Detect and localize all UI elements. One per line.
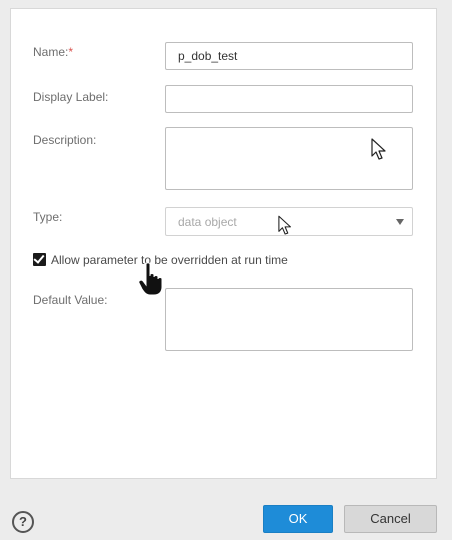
form-panel: Name:* p_dob_test Display Label: Descrip… (10, 8, 437, 479)
description-label: Description: (33, 133, 97, 147)
type-label: Type: (33, 210, 63, 224)
checkmark-icon (33, 252, 45, 264)
display-label-input[interactable] (165, 85, 413, 113)
default-value-textarea[interactable] (165, 288, 413, 351)
ok-button[interactable]: OK (263, 505, 333, 533)
name-input[interactable]: p_dob_test (165, 42, 413, 70)
default-value-label: Default Value: (33, 293, 108, 307)
required-marker: * (68, 45, 74, 59)
name-label: Name:* (33, 45, 74, 59)
arrow-cursor-icon (371, 138, 386, 160)
allow-override-checkbox[interactable] (33, 252, 46, 266)
cancel-button[interactable]: Cancel (344, 505, 437, 533)
parameter-dialog: Name:* p_dob_test Display Label: Descrip… (0, 0, 452, 540)
caret-down-icon (396, 219, 404, 225)
display-label-label: Display Label: (33, 90, 109, 104)
type-select-value: data object (178, 215, 237, 229)
hand-pointer-cursor-icon (138, 262, 163, 296)
help-icon[interactable]: ? (12, 511, 34, 533)
arrow-cursor-icon (278, 215, 291, 235)
allow-override-label[interactable]: Allow parameter to be overridden at run … (51, 253, 288, 267)
